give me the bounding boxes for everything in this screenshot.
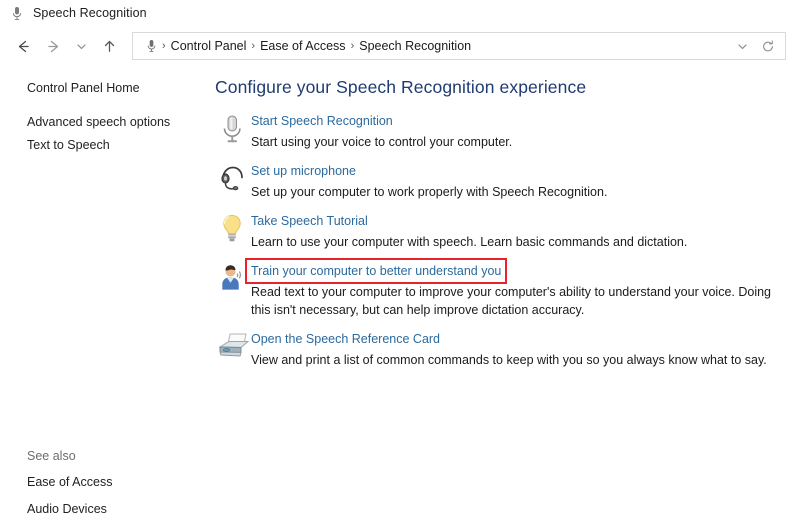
task-item: Set up microphone Set up your computer t… (215, 162, 786, 201)
breadcrumb-item-control-panel[interactable]: Control Panel (167, 37, 251, 55)
microphone-icon (215, 112, 251, 151)
navigation-toolbar: › Control Panel › Ease of Access › Speec… (0, 26, 800, 66)
lightbulb-icon (215, 212, 251, 251)
recent-locations-button[interactable] (68, 31, 94, 61)
breadcrumb-item-ease-of-access[interactable]: Ease of Access (256, 37, 349, 55)
sidebar-item-advanced-speech-options[interactable]: Advanced speech options (0, 111, 205, 134)
task-item: Start Speech Recognition Start using you… (215, 112, 786, 151)
previous-locations-button[interactable] (729, 34, 755, 58)
task-description: Start using your voice to control your c… (251, 133, 771, 151)
sidebar-item-control-panel-home[interactable]: Control Panel Home (0, 77, 205, 100)
chevron-down-icon (736, 40, 749, 53)
sidebar-item-text-to-speech[interactable]: Text to Speech (0, 134, 205, 157)
user-speaking-icon (215, 262, 251, 319)
task-description: Set up your computer to work properly wi… (251, 183, 771, 201)
refresh-icon (761, 39, 775, 54)
printer-icon (215, 330, 251, 369)
task-description: View and print a list of common commands… (251, 351, 771, 369)
main-pane: Configure your Speech Recognition experi… (205, 66, 800, 530)
see-also-item-ease-of-access[interactable]: Ease of Access (0, 468, 205, 495)
task-item: Take Speech Tutorial Learn to use your c… (215, 212, 786, 251)
see-also-section: See also Ease of Access Audio Devices (0, 445, 205, 522)
breadcrumb-item-speech-recognition[interactable]: Speech Recognition (355, 37, 475, 55)
link-start-speech-recognition[interactable]: Start Speech Recognition (251, 112, 393, 130)
task-body: Set up microphone Set up your computer t… (251, 162, 786, 201)
link-take-speech-tutorial[interactable]: Take Speech Tutorial (251, 212, 368, 230)
address-bar-actions (729, 34, 781, 58)
task-item: Open the Speech Reference Card View and … (215, 330, 786, 369)
window-title: Speech Recognition (33, 6, 147, 20)
microphone-icon (9, 5, 25, 21)
link-open-speech-reference-card[interactable]: Open the Speech Reference Card (251, 330, 440, 348)
sidebar: Control Panel Home Advanced speech optio… (0, 66, 205, 530)
task-description: Learn to use your computer with speech. … (251, 233, 771, 251)
up-button[interactable] (94, 31, 124, 61)
address-bar[interactable]: › Control Panel › Ease of Access › Speec… (132, 32, 786, 60)
task-body: Take Speech Tutorial Learn to use your c… (251, 212, 786, 251)
refresh-button[interactable] (755, 34, 781, 58)
link-train-your-computer[interactable]: Train your computer to better understand… (249, 262, 503, 280)
page-title: Configure your Speech Recognition experi… (215, 75, 786, 99)
window-title-bar: Speech Recognition (0, 0, 800, 26)
task-body: Train your computer to better understand… (251, 262, 786, 319)
back-button[interactable] (8, 31, 38, 61)
forward-button[interactable] (38, 31, 68, 61)
task-body: Open the Speech Reference Card View and … (251, 330, 786, 369)
see-also-title: See also (0, 445, 205, 468)
task-item-highlighted: Train your computer to better understand… (215, 262, 786, 319)
task-body: Start Speech Recognition Start using you… (251, 112, 786, 151)
sidebar-spacer (0, 100, 205, 111)
page-content: Control Panel Home Advanced speech optio… (0, 66, 800, 530)
microphone-icon (143, 38, 159, 54)
link-set-up-microphone[interactable]: Set up microphone (251, 162, 356, 180)
breadcrumb: › Control Panel › Ease of Access › Speec… (161, 37, 729, 55)
see-also-item-audio-devices[interactable]: Audio Devices (0, 495, 205, 522)
task-description: Read text to your computer to improve yo… (251, 283, 779, 319)
headset-icon (215, 162, 251, 201)
